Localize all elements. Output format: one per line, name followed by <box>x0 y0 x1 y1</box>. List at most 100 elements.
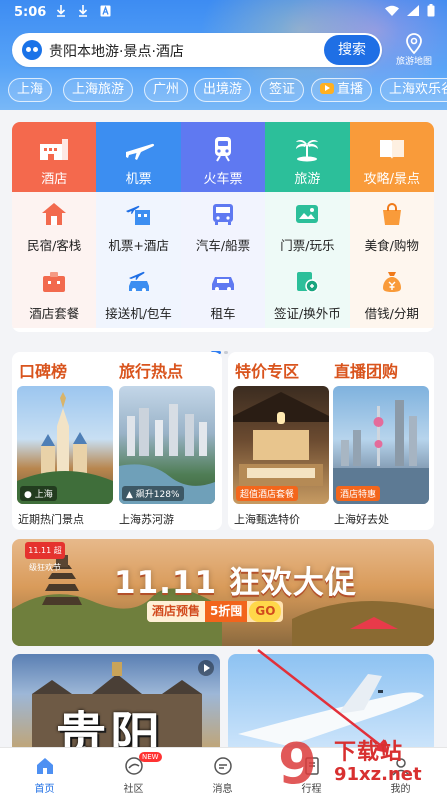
category-homestay[interactable]: 民宿/客栈 <box>12 192 97 260</box>
tile-hotel-deal-tag: 酒店特惠 <box>336 486 381 501</box>
hotel-package-icon <box>43 272 66 292</box>
watermark-url: 91xz.net <box>334 764 422 785</box>
category-tickets-label: 门票/玩乐 <box>280 238 335 253</box>
city-tab-shanghai[interactable]: 上海 <box>8 78 53 102</box>
system-icons <box>385 4 435 18</box>
city-tab-guangzhou[interactable]: 广州 <box>144 78 189 102</box>
category-loan[interactable]: 借钱/分期 <box>349 260 434 328</box>
ctrip-logo-icon <box>22 40 42 60</box>
feature-card-deals: 特价专区 直播团购 超值酒店套餐 酒店特惠 上海甄选特价 上海好去处 <box>228 352 434 530</box>
tile-suhe-river[interactable]: ▲ 飙升128% <box>119 386 215 504</box>
tile-location-badge: ● 上海 <box>20 486 57 501</box>
city-tab-live[interactable]: 直播 <box>311 78 373 102</box>
banner-dots <box>190 637 266 646</box>
category-flight[interactable]: 机票 <box>96 122 181 192</box>
category-travel-label: 旅游 <box>294 172 321 187</box>
signal-icon <box>407 5 420 16</box>
feature-title-reputation[interactable]: 口碑榜 <box>19 358 67 382</box>
tile-deal-tag: 超值酒店套餐 <box>236 486 299 501</box>
location-pin-icon: ● <box>24 490 32 500</box>
download-icon <box>56 5 66 17</box>
nav-home-label: 首页 <box>34 784 55 795</box>
category-food-shopping-label: 美食/购物 <box>364 238 419 253</box>
feature-title-hotspots[interactable]: 旅行热点 <box>119 358 183 382</box>
feed-card-guiyang[interactable]: 贵阳 <box>12 654 220 754</box>
watermark-logo: 9 <box>278 732 317 796</box>
category-car-rental-label: 租车 <box>210 306 236 321</box>
category-guide[interactable]: 攻略/景点 <box>349 122 434 192</box>
banner-cta-presale: 酒店预售 <box>147 601 206 622</box>
search-input[interactable]: 贵阳本地游·景点·酒店 <box>49 41 184 61</box>
city-tab-shanghai-travel[interactable]: 上海旅游 <box>63 78 134 102</box>
banner-cta[interactable]: 酒店预售 5折囤 GO <box>147 601 284 622</box>
category-flight-hotel[interactable]: 机票+酒店 <box>96 192 181 260</box>
download-icon <box>78 5 87 17</box>
category-hotel-package[interactable]: 酒店套餐 <box>12 260 97 328</box>
ticket-icon <box>296 205 319 223</box>
travel-map-label: 旅游地图 <box>395 57 432 67</box>
promo-banner[interactable]: 11.11 超级狂欢节 11.11 狂欢大促 酒店预售 5折囤 GO <box>12 539 434 646</box>
city-tab-outbound[interactable]: 出境游 <box>194 78 252 102</box>
status-bar: 5:06 <box>0 0 447 26</box>
tile-popular-spots[interactable]: ● 上海 <box>17 386 113 504</box>
banner-cta-go: GO <box>249 601 282 622</box>
city-tab-visa[interactable]: 签证 <box>260 78 305 102</box>
tile-trend-label: 飙升128% <box>135 490 180 500</box>
hotel-icon <box>40 139 69 160</box>
search-bar[interactable]: 贵阳本地游·景点·酒店 搜索 <box>12 33 382 67</box>
house-icon <box>42 203 67 225</box>
live-icon <box>320 83 334 94</box>
feature-title-live-group[interactable]: 直播团购 <box>334 358 398 382</box>
category-car-rental[interactable]: 租车 <box>180 260 266 328</box>
shopping-bag-icon <box>382 203 401 225</box>
home-icon <box>36 758 53 774</box>
map-pin-icon <box>406 33 422 55</box>
secondary-categories-row-1: 民宿/客栈 机票+酒店 汽车/船票 门票/玩乐 美食/购物 <box>12 192 434 260</box>
category-train[interactable]: 火车票 <box>180 122 266 192</box>
double-eleven-badge: 11.11 超级狂欢节 <box>25 542 65 572</box>
car-icon <box>211 277 234 291</box>
tile-shanghai-places[interactable]: 酒店特惠 <box>333 386 429 504</box>
category-homestay-label: 民宿/客栈 <box>27 238 82 253</box>
feature-title-specials[interactable]: 特价专区 <box>235 358 299 382</box>
category-bus-ship-label: 汽车/船票 <box>195 238 251 253</box>
category-flight-label: 机票 <box>125 172 152 187</box>
nav-messages[interactable]: 消息 <box>178 748 267 796</box>
feed-title: 贵阳 <box>56 707 164 754</box>
category-hotel-label: 酒店 <box>41 172 68 187</box>
play-icon[interactable] <box>198 660 214 676</box>
category-hotel[interactable]: 酒店 <box>12 122 97 192</box>
plane-hotel-icon <box>125 205 150 225</box>
nav-home[interactable]: 首页 <box>0 748 89 796</box>
train-icon <box>214 137 231 162</box>
category-visa-currency[interactable]: 签证/换外币 <box>265 260 350 328</box>
notification-icons <box>56 4 111 18</box>
banner-title: 11.11 狂欢大促 <box>114 565 357 601</box>
nav-community[interactable]: NEW 社区 <box>89 748 178 796</box>
tile-caption-special: 上海甄选特价 <box>234 513 300 526</box>
tile-special-offer[interactable]: 超值酒店套餐 <box>233 386 329 504</box>
category-bus-ship[interactable]: 汽车/船票 <box>180 192 266 260</box>
guidebook-icon <box>379 140 404 159</box>
category-flight-hotel-label: 机票+酒店 <box>108 238 169 253</box>
category-train-label: 火车票 <box>203 172 243 187</box>
category-travel[interactable]: 旅游 <box>265 122 350 192</box>
city-tab-live-label: 直播 <box>337 82 364 97</box>
travel-map-button[interactable]: 旅游地图 <box>388 33 440 69</box>
category-transfer[interactable]: 接送机/包车 <box>96 260 181 328</box>
banner-cta-discount: 5折囤 <box>205 601 248 622</box>
secondary-categories-row-2: 酒店套餐 接送机/包车 租车 签证/换外币 借钱/分期 <box>12 260 434 328</box>
category-tickets[interactable]: 门票/玩乐 <box>265 192 350 260</box>
city-tabs: 上海 上海旅游 广州 出境游 签证 直播 上海欢乐谷 <box>8 78 447 102</box>
tile-location-label: 上海 <box>34 490 53 500</box>
bus-icon <box>212 204 233 225</box>
wifi-icon <box>385 5 400 16</box>
search-button[interactable]: 搜索 <box>324 35 380 65</box>
pager-dot <box>224 351 228 354</box>
category-food-shopping[interactable]: 美食/购物 <box>349 192 434 260</box>
airport-car-icon <box>128 271 149 292</box>
feature-card-ranking: 口碑榜 旅行热点 ● 上海 ▲ 飙升128% 近期热门景点 上海苏河游 <box>12 352 222 530</box>
category-grid: 酒店 机票 火车票 旅游 攻略/景点 民宿/客栈 机票+酒店 汽车/船票 门票/… <box>12 122 434 332</box>
city-tab-happy-valley[interactable]: 上海欢乐谷 <box>380 78 447 102</box>
visa-currency-icon <box>297 272 320 293</box>
